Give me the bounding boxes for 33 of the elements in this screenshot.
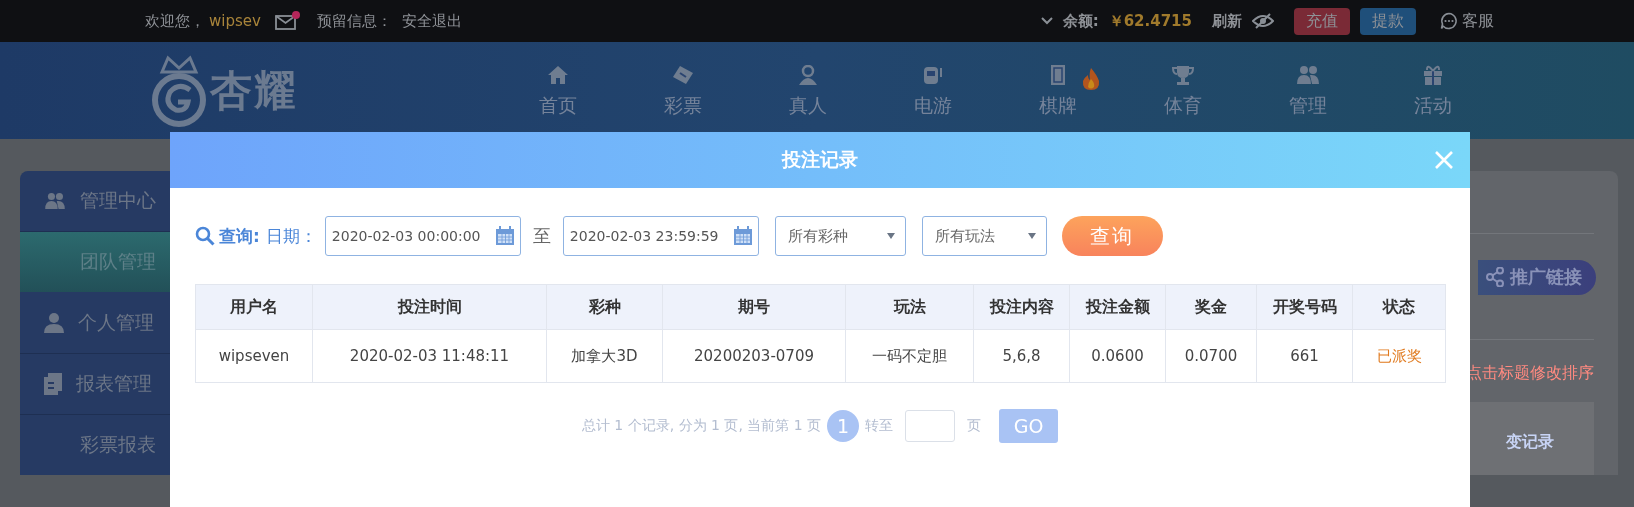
query-label: 查询:	[219, 224, 260, 248]
table-cell: 已派奖	[1352, 329, 1446, 383]
column-header: 投注时间	[312, 284, 547, 330]
date-label: 日期：	[265, 224, 317, 248]
table-cell: 加拿大3D	[546, 329, 663, 383]
column-header: 期号	[662, 284, 846, 330]
column-header: 投注金额	[1069, 284, 1166, 330]
table-cell: 5,6,8	[973, 329, 1070, 383]
notice-label: 预留信息：	[316, 11, 392, 31]
dialog-title: 投注记录	[782, 147, 858, 172]
balance-amount: ￥62.4715	[1108, 11, 1192, 31]
column-header: 玩法	[845, 284, 974, 330]
column-header: 状态	[1352, 284, 1446, 330]
to-label: 至	[532, 224, 551, 248]
table-cell: 0.0600	[1069, 329, 1166, 383]
column-header: 开奖号码	[1256, 284, 1353, 330]
table-cell: wipseven	[195, 329, 313, 383]
pagination-summary: 总计 1 个记录, 分为 1 页, 当前第 1 页	[581, 417, 822, 435]
table-cell: 一码不定胆	[845, 329, 974, 383]
table-cell: 2020-02-03 11:48:11	[312, 329, 547, 383]
welcome-text: 欢迎您，	[145, 11, 205, 31]
column-header: 彩种	[546, 284, 663, 330]
logo-text: 杏耀	[210, 64, 298, 117]
username: wipsev	[209, 12, 261, 30]
column-header: 奖金	[1165, 284, 1257, 330]
balance-label: 余额:	[1062, 11, 1099, 31]
table-cell: 20200203-0709	[662, 329, 846, 383]
goto-label: 转至	[865, 417, 894, 435]
column-header: 用户名	[195, 284, 313, 330]
column-header: 投注内容	[973, 284, 1070, 330]
page-unit-label: 页	[967, 417, 982, 435]
table-cell: 0.0700	[1165, 329, 1257, 383]
table-cell: 661	[1256, 329, 1353, 383]
